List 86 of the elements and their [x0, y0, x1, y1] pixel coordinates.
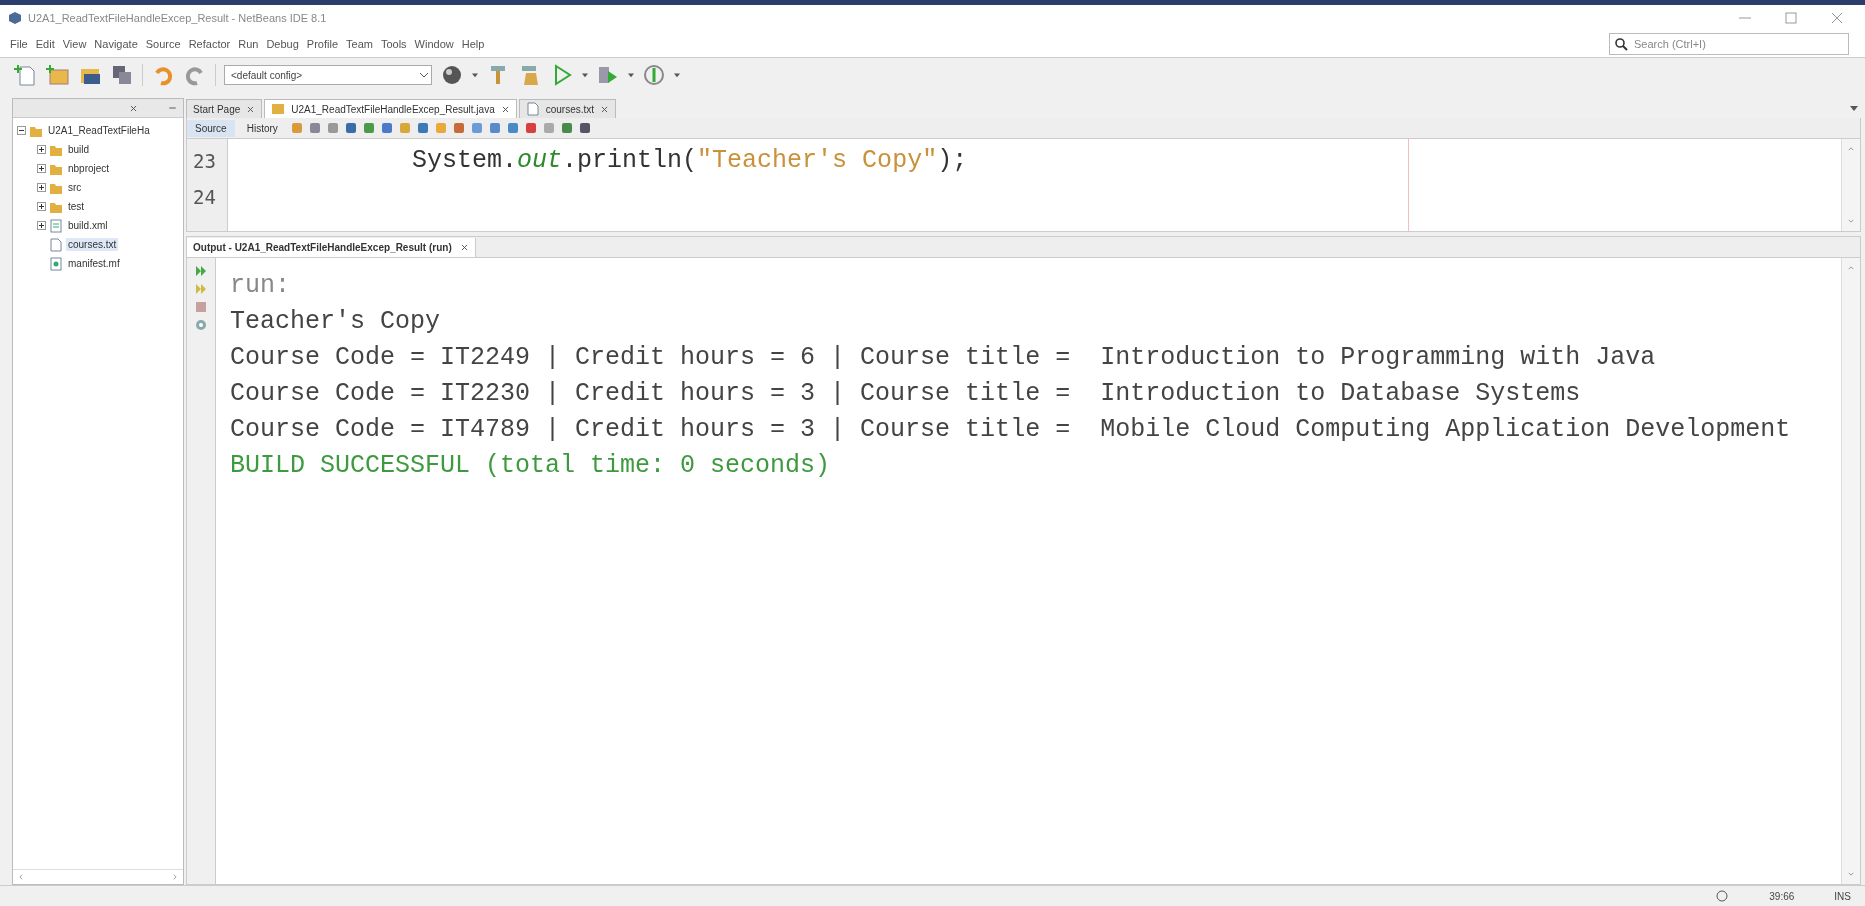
expand-icon[interactable]	[37, 164, 46, 173]
editor-tool-icon[interactable]	[307, 121, 322, 135]
xml-file-icon	[49, 218, 63, 233]
config-dropdown[interactable]: <default config>	[224, 65, 432, 85]
profile-icon[interactable]	[642, 63, 666, 87]
output-line: Course Code = IT4789 | Credit hours = 3 | Course title = Mobile Cloud Computing Application Development	[230, 414, 1791, 446]
menu-item[interactable]: Refactor	[184, 36, 235, 52]
close-icon[interactable]	[129, 103, 138, 113]
java-file-icon	[271, 102, 286, 116]
editor-tool-icon[interactable]	[415, 121, 430, 135]
menu-item[interactable]: Run	[234, 36, 263, 52]
file-icon	[49, 237, 63, 252]
tree-item[interactable]: src	[66, 181, 84, 194]
menu-item[interactable]: Debug	[262, 36, 303, 52]
save-all-icon[interactable]	[110, 63, 134, 87]
editor-tool-icon[interactable]	[577, 121, 592, 135]
vertical-scrollbar[interactable]	[1841, 258, 1860, 884]
expand-icon[interactable]	[37, 145, 46, 154]
editor-tool-icon[interactable]	[523, 121, 538, 135]
new-file-icon[interactable]	[14, 63, 38, 87]
menu-item[interactable]: Tools	[376, 36, 411, 52]
close-tab-icon[interactable]	[459, 242, 469, 252]
tree-item[interactable]: courses.txt	[66, 238, 119, 251]
rerun-icon[interactable]	[194, 264, 208, 278]
tree-item[interactable]: build	[66, 143, 92, 156]
expand-icon[interactable]	[37, 183, 46, 192]
app-logo-icon	[8, 11, 22, 25]
editor-tab[interactable]: Start Page	[186, 99, 263, 118]
editor-tool-icon[interactable]	[559, 121, 574, 135]
search-field[interactable]: Search (Ctrl+I)	[1609, 33, 1849, 55]
tree-item[interactable]: manifest.mf	[66, 257, 122, 270]
output-line: Course Code = IT2249 | Credit hours = 6 | Course title = Introduction to Programming with Java	[230, 342, 1656, 374]
code-line: System.out.println("Teacher's Copy");	[411, 145, 968, 177]
new-project-icon[interactable]	[46, 63, 70, 87]
settings-icon[interactable]	[194, 318, 208, 332]
rerun-with-options-icon[interactable]	[194, 282, 208, 296]
file-icon	[525, 102, 540, 116]
tree-item[interactable]: build.xml	[66, 219, 110, 232]
menu-item[interactable]: Help	[457, 36, 489, 52]
caret-icon[interactable]	[472, 72, 478, 78]
editor-tool-icon[interactable]	[451, 121, 466, 135]
close-tab-icon[interactable]	[246, 104, 256, 114]
stop-icon[interactable]	[194, 300, 208, 314]
expand-icon[interactable]	[37, 202, 46, 211]
editor-tool-icon[interactable]	[343, 121, 358, 135]
caret-icon[interactable]	[628, 72, 634, 78]
manifest-icon	[49, 256, 63, 271]
line-number: 24	[192, 185, 217, 210]
expand-icon[interactable]	[37, 221, 46, 230]
menu-item[interactable]: Source	[141, 36, 185, 52]
line-number: 23	[192, 149, 217, 174]
notification-icon[interactable]	[1715, 889, 1730, 903]
editor-tab[interactable]: U2A1_ReadTextFileHandleExcep_Result.java	[264, 99, 517, 118]
tree-item[interactable]: nbproject	[66, 162, 112, 175]
search-icon[interactable]	[1614, 37, 1628, 51]
output-line: Course Code = IT2230 | Credit hours = 3 | Course title = Introduction to Database Systems	[230, 378, 1581, 410]
menu-item[interactable]: File	[6, 36, 32, 52]
editor-tool-icon[interactable]	[505, 121, 520, 135]
editor-tool-icon[interactable]	[379, 121, 394, 135]
output-line: Teacher's Copy	[230, 306, 441, 338]
view-tab[interactable]: Source	[187, 119, 235, 137]
caret-icon[interactable]	[582, 72, 588, 78]
tree-item[interactable]: U2A1_ReadTextFileHa	[46, 124, 152, 137]
insert-mode: INS	[1834, 890, 1851, 902]
caret-icon[interactable]	[674, 72, 680, 78]
tree-item[interactable]: test	[66, 200, 87, 213]
editor-tool-icon[interactable]	[361, 121, 376, 135]
output-tab[interactable]: Output - U2A1_ReadTextFileHandleExcep_Result (run)	[187, 237, 476, 257]
output-line: BUILD SUCCESSFUL (total time: 0 seconds)	[230, 450, 831, 482]
close-tab-icon[interactable]	[600, 104, 610, 114]
window-title: U2A1_ReadTextFileHandleExcep_Result - NetBeans IDE 8.1	[28, 12, 327, 24]
view-tab[interactable]: History	[238, 119, 286, 137]
caret-position: 39:66	[1769, 890, 1795, 902]
menu-item[interactable]: Navigate	[90, 36, 142, 52]
menu-item[interactable]: Window	[410, 36, 458, 52]
menu-item[interactable]: Team	[342, 36, 377, 52]
collapse-icon[interactable]	[17, 126, 26, 135]
close-tab-icon[interactable]	[500, 104, 510, 114]
editor-tool-icon[interactable]	[487, 121, 502, 135]
globe-icon[interactable]	[440, 63, 464, 87]
vertical-scrollbar[interactable]	[1841, 139, 1860, 231]
menu-item[interactable]: View	[58, 36, 91, 52]
menu-item[interactable]: Profile	[302, 36, 342, 52]
output-line: run:	[230, 270, 290, 302]
menu-item[interactable]: Edit	[31, 36, 59, 52]
editor-tab[interactable]: courses.txt	[518, 99, 617, 118]
